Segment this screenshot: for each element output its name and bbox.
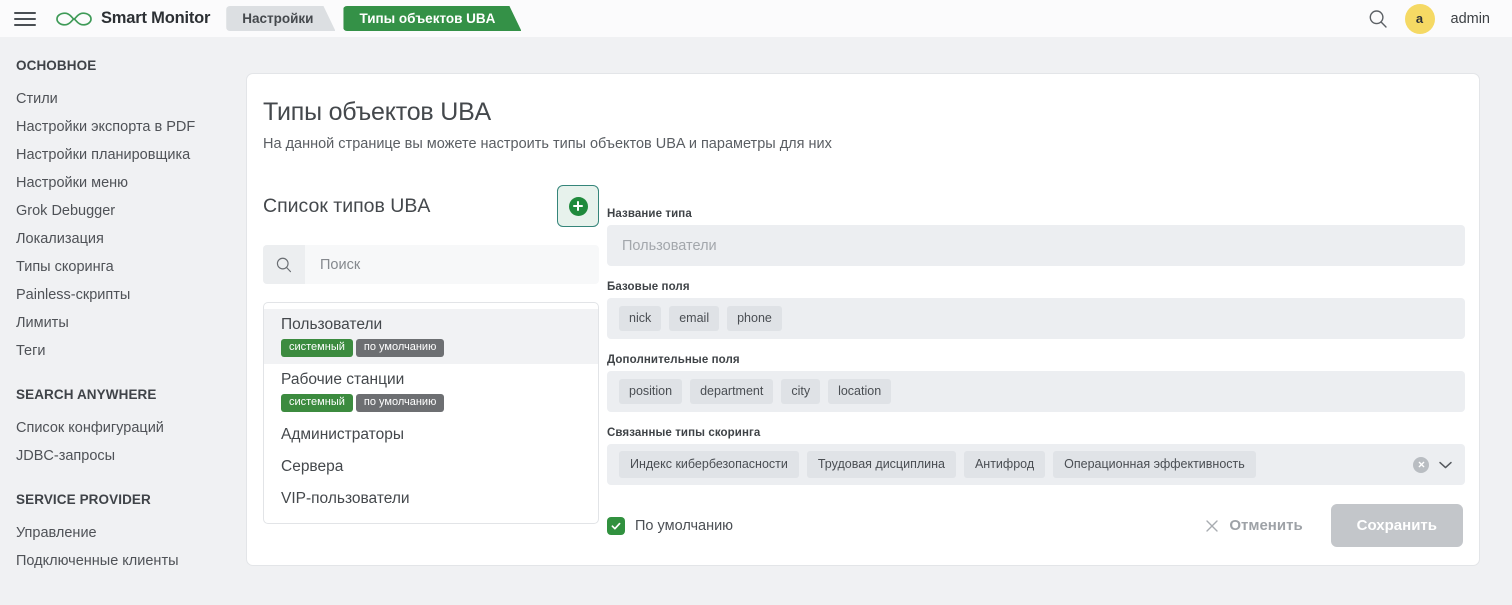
brand[interactable]: Smart Monitor bbox=[54, 9, 210, 29]
chip[interactable]: department bbox=[690, 379, 774, 404]
uba-type-list: Пользователи системный по умолчанию Рабо… bbox=[263, 302, 599, 524]
infinity-logo-icon bbox=[56, 11, 92, 26]
list-item-label: Сервера bbox=[281, 458, 344, 475]
sidebar-item-pdf-export[interactable]: Настройки экспорта в PDF bbox=[0, 113, 232, 141]
sidebar-section-title-main: ОСНОВНОЕ bbox=[16, 58, 97, 73]
extra-fields-box[interactable]: position department city location bbox=[607, 371, 1465, 412]
status-badge: по умолчанию bbox=[355, 339, 445, 357]
uba-type-form: Название типа Пользователи Базовые поля … bbox=[607, 208, 1465, 500]
check-icon bbox=[607, 516, 625, 535]
scoring-types-chips: Индекс кибербезопасности Трудовая дисцип… bbox=[619, 451, 1256, 478]
sidebar-section-title-service-provider: SERVICE PROVIDER bbox=[16, 492, 151, 507]
sidebar-item-localization[interactable]: Локализация bbox=[0, 225, 232, 253]
list-item-badges: системный по умолчанию bbox=[281, 394, 584, 412]
sidebar-section-title-search-anywhere: SEARCH ANYWHERE bbox=[16, 387, 157, 402]
breadcrumb-item-uba-types[interactable]: Типы объектов UBA bbox=[343, 6, 521, 31]
page-subtitle: На данной странице вы можете настроить т… bbox=[263, 136, 832, 152]
sidebar-item-grok-debugger[interactable]: Grok Debugger bbox=[0, 197, 232, 225]
search-icon[interactable] bbox=[263, 245, 305, 284]
form-actions: По умолчанию Отменить Сохранить bbox=[607, 504, 1463, 547]
sidebar-item-scheduler[interactable]: Настройки планировщика bbox=[0, 141, 232, 169]
default-checkbox-label: По умолчанию bbox=[635, 517, 734, 534]
plus-circle-icon bbox=[568, 196, 588, 216]
list-item-label: Администраторы bbox=[281, 426, 404, 443]
chip[interactable]: phone bbox=[727, 306, 782, 331]
action-buttons: Отменить Сохранить bbox=[1205, 504, 1463, 547]
sidebar-item-limits[interactable]: Лимиты bbox=[0, 309, 232, 337]
breadcrumb-label: Настройки bbox=[242, 11, 314, 26]
page-title: Типы объектов UBA bbox=[263, 98, 492, 126]
list-item-badges: системный по умолчанию bbox=[281, 339, 584, 357]
chip[interactable]: Антифрод bbox=[963, 451, 1046, 478]
list-search-row bbox=[263, 245, 599, 284]
select-actions bbox=[1413, 456, 1453, 473]
brand-name: Smart Monitor bbox=[101, 9, 211, 27]
default-checkbox[interactable]: По умолчанию bbox=[607, 516, 734, 535]
sidebar-divider bbox=[0, 365, 232, 387]
list-item-label: Пользователи bbox=[281, 316, 383, 333]
sidebar-item-jdbc-queries[interactable]: JDBC-запросы bbox=[0, 442, 232, 470]
status-badge: по умолчанию bbox=[355, 394, 445, 412]
chip[interactable]: position bbox=[619, 379, 683, 404]
username-label[interactable]: admin bbox=[1451, 11, 1491, 27]
chip[interactable]: Трудовая дисциплина bbox=[806, 451, 956, 478]
sidebar-item-connected-clients[interactable]: Подключенные клиенты bbox=[0, 547, 232, 575]
scoring-types-label: Связанные типы скоринга bbox=[607, 427, 761, 439]
uba-type-list-panel: Список типов UBA Пользователи системный … bbox=[263, 184, 599, 524]
hamburger-icon[interactable] bbox=[14, 8, 36, 30]
search-input[interactable] bbox=[305, 245, 599, 284]
type-name-label: Название типа bbox=[607, 208, 692, 220]
chip[interactable]: nick bbox=[619, 306, 662, 331]
scoring-types-select[interactable]: Индекс кибербезопасности Трудовая дисцип… bbox=[607, 444, 1465, 485]
sidebar-item-menu-settings[interactable]: Настройки меню bbox=[0, 169, 232, 197]
clear-circle-icon[interactable] bbox=[1413, 456, 1429, 473]
chip[interactable]: email bbox=[669, 306, 720, 331]
chip[interactable]: Индекс кибербезопасности bbox=[619, 451, 799, 478]
list-item[interactable]: Сервера bbox=[264, 451, 598, 483]
chip[interactable]: location bbox=[828, 379, 892, 404]
list-item-label: Рабочие станции bbox=[281, 371, 405, 388]
extra-fields-chips: position department city location bbox=[619, 379, 892, 404]
breadcrumb-label: Типы объектов UBA bbox=[359, 11, 496, 26]
chevron-down-icon[interactable] bbox=[1438, 460, 1453, 470]
status-badge: системный bbox=[281, 394, 353, 412]
close-icon bbox=[1206, 519, 1219, 532]
sidebar-divider bbox=[0, 470, 232, 492]
chip[interactable]: Операционная эффективность bbox=[1053, 451, 1256, 478]
topbar-right: a admin bbox=[1367, 3, 1512, 34]
save-button[interactable]: Сохранить bbox=[1330, 504, 1463, 547]
sidebar-item-tags[interactable]: Теги bbox=[0, 337, 232, 365]
extra-fields-label: Дополнительные поля bbox=[607, 354, 740, 366]
sidebar: ОСНОВНОЕ Стили Настройки экспорта в PDF … bbox=[0, 37, 232, 605]
list-item-label: VIP-пользователи bbox=[281, 490, 410, 507]
sidebar-item-painless-scripts[interactable]: Painless-скрипты bbox=[0, 281, 232, 309]
list-item[interactable]: VIP-пользователи bbox=[264, 483, 598, 515]
list-item[interactable]: Пользователи системный по умолчанию bbox=[264, 309, 598, 364]
sidebar-item-scoring-types[interactable]: Типы скоринга bbox=[0, 253, 232, 281]
sidebar-item-config-list[interactable]: Список конфигураций bbox=[0, 414, 232, 442]
cancel-button[interactable]: Отменить bbox=[1205, 517, 1303, 534]
type-name-value: Пользователи bbox=[622, 237, 717, 254]
breadcrumb: Настройки Типы объектов UBA bbox=[226, 6, 529, 31]
avatar-initial: a bbox=[1415, 11, 1424, 26]
list-header: Список типов UBA bbox=[263, 184, 599, 228]
sidebar-item-styles[interactable]: Стили bbox=[0, 85, 232, 113]
list-item[interactable]: Рабочие станции системный по умолчанию bbox=[264, 364, 598, 419]
sidebar-item-management[interactable]: Управление bbox=[0, 519, 232, 547]
base-fields-chips: nick email phone bbox=[619, 306, 782, 331]
main-card: Типы объектов UBA На данной странице вы … bbox=[246, 73, 1480, 566]
breadcrumb-item-settings[interactable]: Настройки bbox=[226, 6, 335, 31]
type-name-field[interactable]: Пользователи bbox=[607, 225, 1465, 266]
cancel-button-label: Отменить bbox=[1229, 517, 1303, 534]
list-title: Список типов UBA bbox=[263, 194, 431, 217]
chip[interactable]: city bbox=[781, 379, 821, 404]
search-icon[interactable] bbox=[1367, 8, 1389, 30]
base-fields-box[interactable]: nick email phone bbox=[607, 298, 1465, 339]
base-fields-label: Базовые поля bbox=[607, 281, 690, 293]
avatar[interactable]: a bbox=[1404, 3, 1435, 34]
top-bar: Smart Monitor Настройки Типы объектов UB… bbox=[0, 0, 1512, 37]
add-type-button[interactable] bbox=[557, 185, 599, 227]
status-badge: системный bbox=[281, 339, 353, 357]
list-item[interactable]: Администраторы bbox=[264, 419, 598, 451]
